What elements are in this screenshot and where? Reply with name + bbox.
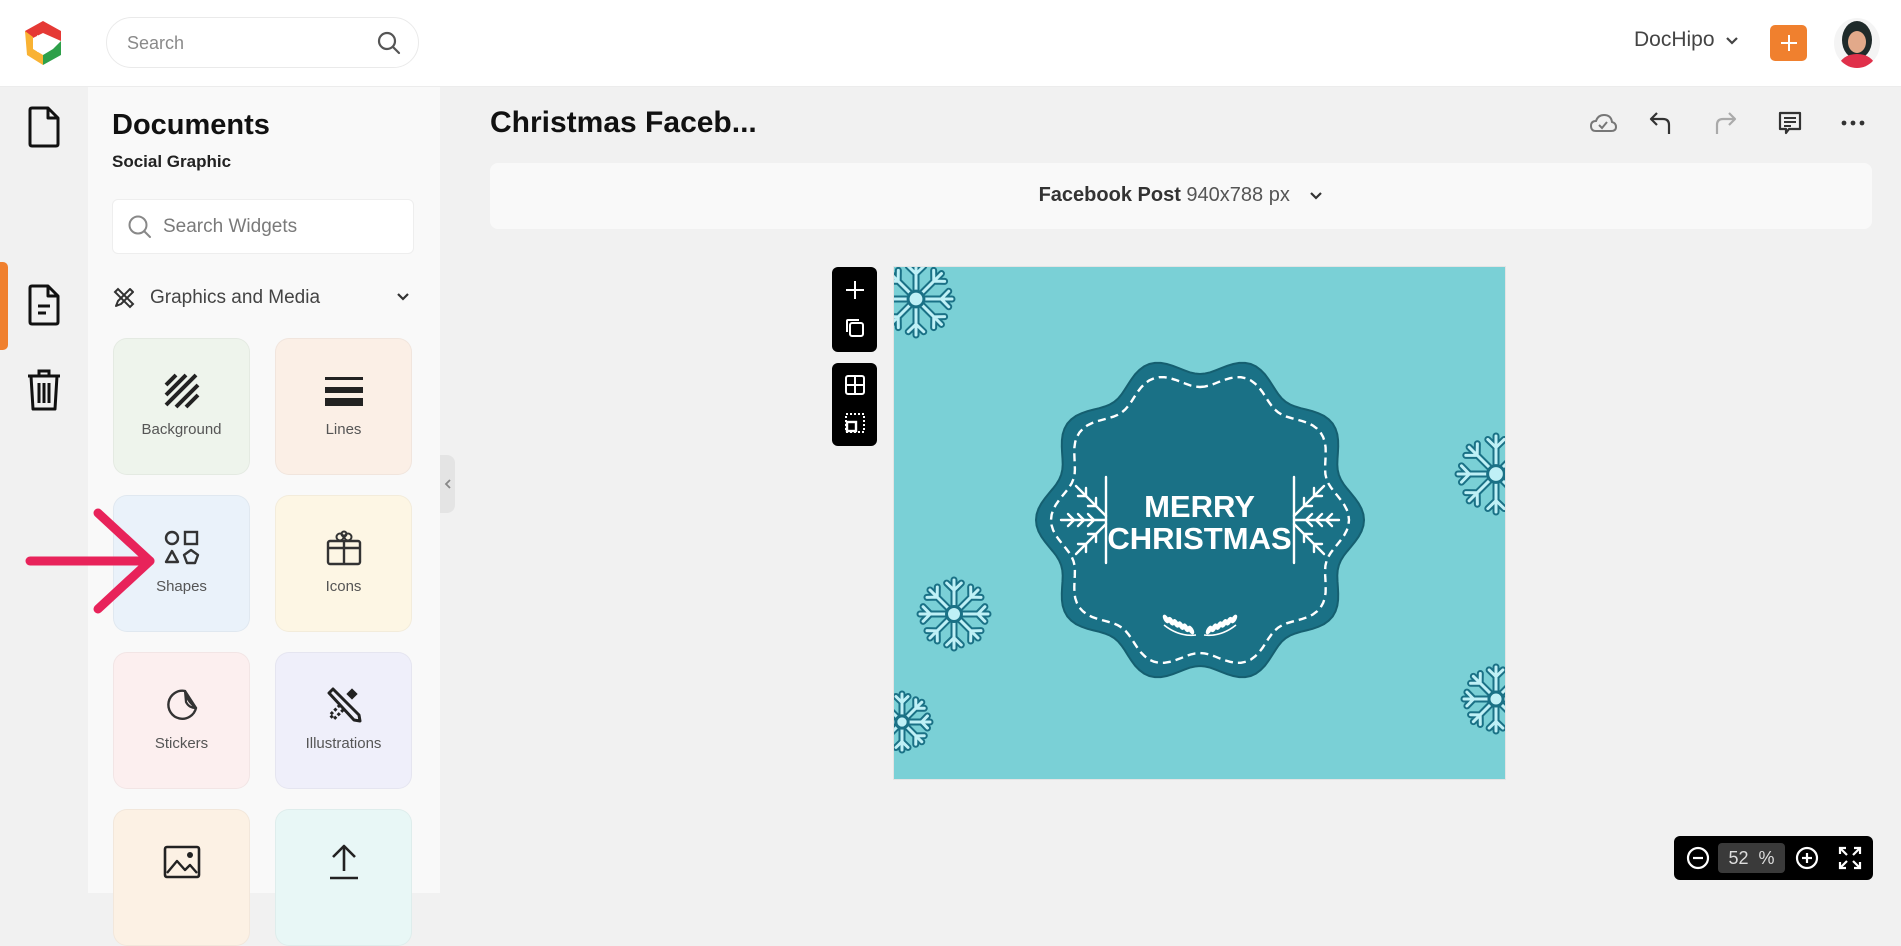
zoom-control: 52 % [1674,836,1873,880]
zoom-unit: % [1758,848,1775,868]
chevron-left-icon [444,479,451,489]
upload-icon [276,842,411,882]
rail-item-new-document[interactable] [0,87,88,167]
page-tools-group [832,267,877,352]
search-widgets-placeholder: Search Widgets [163,216,298,237]
zoom-in-button[interactable] [1794,845,1820,871]
tile-label: Icons [325,578,362,595]
search-icon [127,214,153,240]
tile-illustrations[interactable]: Illustrations [275,652,412,789]
snowflake-top-left [894,267,956,339]
tile-images[interactable] [113,809,250,946]
zoom-in-icon [1795,846,1819,870]
redo-button[interactable] [1709,108,1741,138]
collapse-panel-handle[interactable] [440,455,455,513]
tile-uploads[interactable] [275,809,412,946]
duplicate-icon [845,319,864,337]
more-horizontal-icon [1841,120,1865,126]
rail-item-trash[interactable] [0,350,88,430]
tile-stickers[interactable]: Stickers [113,652,250,789]
zoom-level-value[interactable]: 52 % [1718,843,1785,873]
global-search-input[interactable]: Search [106,17,419,68]
panel-title: Documents [112,109,270,141]
select-area-icon [844,413,865,433]
image-icon [114,842,249,882]
widgets-panel: Documents Social Graphic Search Widgets … [88,87,440,946]
search-icon[interactable] [376,30,402,56]
duplicate-page-button[interactable] [832,309,877,347]
tile-icons[interactable]: Icons [275,495,412,632]
format-size: 940x788 px [1186,184,1290,206]
trash-icon [28,369,60,411]
rail-item-documents[interactable] [0,265,88,345]
snowflake-left-middle [916,576,992,652]
plus-icon [1780,35,1797,51]
comments-button[interactable] [1774,108,1806,138]
undo-icon [1649,112,1671,134]
sticker-icon [114,685,249,725]
grid-icon [844,375,865,395]
snowflake-bottom-left [894,690,934,754]
create-new-button[interactable] [1770,25,1807,61]
tile-background[interactable]: Background [113,338,250,475]
zoom-out-button[interactable] [1685,845,1711,871]
select-area-button[interactable] [832,404,877,442]
redo-icon [1715,112,1737,134]
save-status-button[interactable] [1587,108,1619,138]
canvas-text-christmas[interactable]: CHRISTMAS [894,523,1505,554]
snowflake-right-bottom [1460,663,1505,735]
tile-label: Stickers [154,735,209,752]
comment-icon [1778,111,1802,135]
gift-icon [276,528,411,568]
background-icon [114,371,249,411]
left-rail [0,87,88,893]
plus-icon [845,281,864,299]
graphics-media-section-toggle[interactable]: Graphics and Media [112,283,414,313]
dochipo-logo[interactable] [21,19,65,67]
document-icon [28,106,60,148]
user-avatar[interactable] [1834,18,1880,68]
cloud-check-icon [1589,113,1617,132]
workspace-label: DocHipo [1634,28,1715,51]
layout-tools-group [832,363,877,446]
top-bar: Search DocHipo [0,0,1901,87]
tile-label: Lines [325,421,362,438]
search-placeholder: Search [127,33,185,53]
lines-icon [276,371,411,411]
expand-icon [1838,846,1862,870]
annotation-arrow [22,505,157,620]
document-text-icon [28,284,60,326]
chevron-down-icon [1725,28,1739,52]
format-name: Facebook Post [1038,184,1181,206]
canvas-text-merry[interactable]: MERRY [894,491,1505,522]
fullscreen-button[interactable] [1837,845,1863,871]
illustration-icon [276,685,411,725]
chevron-down-icon [396,289,410,307]
document-size-selector[interactable]: Facebook Post 940x788 px [490,163,1872,229]
search-widgets-input[interactable]: Search Widgets [112,199,414,254]
document-title[interactable]: Christmas Faceb... [490,106,757,140]
grid-layout-button[interactable] [832,366,877,404]
tile-label: Illustrations [305,735,382,752]
workspace-dropdown[interactable]: DocHipo [1634,28,1739,52]
design-canvas[interactable]: MERRY CHRISTMAS [894,267,1505,779]
section-label: Graphics and Media [150,287,321,308]
chevron-down-icon [1309,184,1323,207]
more-options-button[interactable] [1837,108,1869,138]
zoom-out-icon [1686,846,1710,870]
add-page-button[interactable] [832,271,877,309]
undo-button[interactable] [1645,108,1677,138]
zoom-value: 52 [1728,848,1749,868]
pen-ruler-icon [113,287,135,309]
panel-subtitle: Social Graphic [112,152,232,171]
tile-lines[interactable]: Lines [275,338,412,475]
tile-label: Background [141,421,222,438]
